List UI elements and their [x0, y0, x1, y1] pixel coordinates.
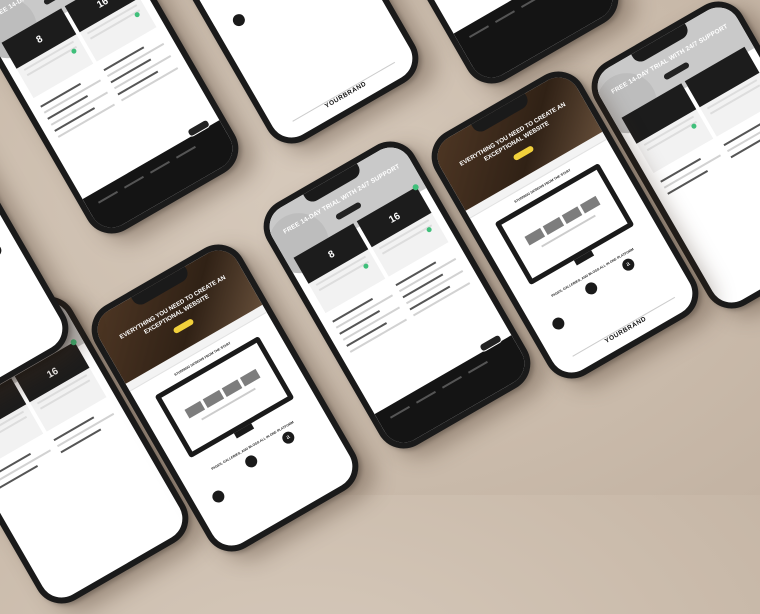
amazon-logo-icon: a [619, 256, 637, 273]
footer-button[interactable] [477, 333, 504, 354]
check-icon [690, 122, 698, 130]
logo-icon [242, 452, 260, 470]
check-icon [70, 47, 78, 55]
amazon-logo-icon: a [279, 429, 297, 446]
logo-icon [582, 279, 600, 297]
page-footer [82, 118, 241, 236]
check-icon [425, 226, 433, 234]
logo-icon [549, 314, 567, 332]
phone-pricing-top-left: FREE 14-DAY TRIAL WITH 24/7 SUPPORT 8 16 [0, 0, 249, 244]
logo-icon [0, 242, 4, 259]
check-icon [362, 262, 370, 270]
page-footer [374, 333, 533, 451]
integration-logos [0, 226, 31, 348]
logo-icon [230, 11, 247, 28]
phone-screen: FREE 14-DAY TRIAL WITH 24/7 SUPPORT 8 16 [0, 0, 241, 236]
brand-text: YOURBRAND [292, 61, 401, 131]
logo-icon [209, 487, 227, 505]
footer-button[interactable] [185, 118, 212, 139]
integration-logos: a [204, 0, 366, 51]
check-icon [133, 11, 141, 19]
